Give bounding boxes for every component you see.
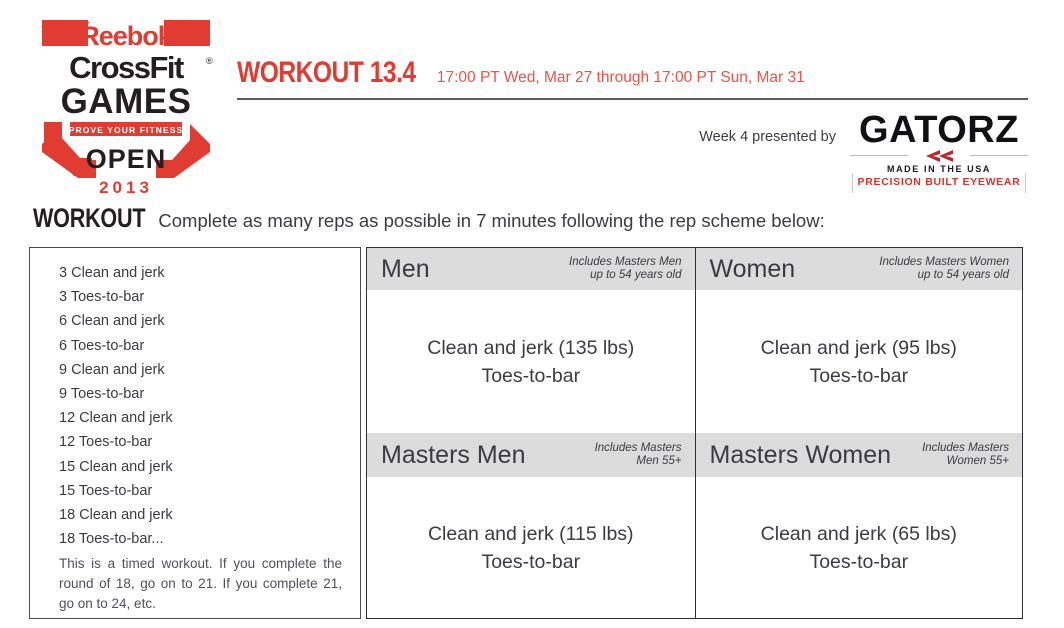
division-movement-1: Clean and jerk (115 lbs) xyxy=(427,522,634,545)
division-note-line1: Includes Masters xyxy=(922,441,1009,454)
logo-reebok-text: Reebok xyxy=(80,21,174,51)
list-item: 3 Clean and jerk xyxy=(59,265,165,281)
division-title: Men xyxy=(381,254,430,283)
division-movement-2: Toes-to-bar xyxy=(809,550,909,573)
division-note-line1: Includes Masters Men xyxy=(569,255,682,268)
workout-date-range: 17:00 PT Wed, Mar 27 through 17:00 PT Su… xyxy=(436,69,805,86)
division-body-men: Clean and jerk (135 lbs) Toes-to-bar xyxy=(367,290,695,433)
list-item: 9 Clean and jerk xyxy=(59,361,165,378)
division-movement-2: Toes-to-bar xyxy=(809,364,909,387)
header-divider xyxy=(237,98,1028,100)
logo-tagline-text: PROVE YOUR FITNESS xyxy=(69,125,184,135)
division-movement-2: Toes-to-bar xyxy=(481,550,581,573)
division-movement-1: Clean and jerk (95 lbs) xyxy=(760,336,957,359)
logo-open-text: OPEN xyxy=(86,144,167,174)
rep-scheme-panel: 3 Clean and jerk 3 Toes-to-bar 6 Clean a… xyxy=(29,247,361,619)
division-note-line2: Men 55+ xyxy=(636,455,682,467)
list-item: 6 Toes-to-bar xyxy=(59,337,145,354)
division-note-line1: Includes Masters xyxy=(594,441,682,454)
division-header-men: Men Includes Masters Men up to 54 years … xyxy=(367,248,695,290)
division-note-line1: Includes Masters Women xyxy=(879,255,1009,268)
logo-registered-mark: ® xyxy=(206,56,213,66)
division-header-women: Women Includes Masters Women up to 54 ye… xyxy=(694,248,1022,290)
rep-scheme-note: This is a timed workout. If you complete… xyxy=(59,556,342,611)
list-item: 6 Clean and jerk xyxy=(59,313,165,330)
division-movement-1: Clean and jerk (65 lbs) xyxy=(760,522,957,545)
list-item: 18 Toes-to-bar... xyxy=(59,531,164,548)
workout-description: Complete as many reps as possible in 7 m… xyxy=(158,210,825,231)
gatorz-wordmark: GATORZ xyxy=(859,109,1019,151)
division-title: Masters Men xyxy=(381,440,526,469)
workout-title-row: WORKOUT 13.4 17:00 PT Wed, Mar 27 throug… xyxy=(237,56,837,90)
sponsor-block: Week 4 presented by GATORZ MADE IN THE U… xyxy=(699,109,1028,193)
list-item: 18 Clean and jerk xyxy=(59,507,173,524)
division-note: Includes Masters Men 55+ xyxy=(595,442,682,469)
logo-shield-icon: Reebok CrossFit ® GAMES PROVE YOUR FITNE… xyxy=(42,20,213,196)
gatorz-tagline: PRECISION BUILT EYEWEAR xyxy=(850,173,1028,193)
logo-games-text: GAMES xyxy=(61,82,192,121)
division-header-masters-women: Masters Women Includes Masters Women 55+ xyxy=(694,433,1022,477)
rep-scheme-list: 3 Clean and jerk 3 Toes-to-bar 6 Clean a… xyxy=(30,248,360,551)
division-title: Masters Women xyxy=(709,440,892,469)
presented-by-label: Week 4 presented by xyxy=(699,129,836,145)
workout-section-label: WORKOUT xyxy=(33,203,146,233)
division-note: Includes Masters Women up to 54 years ol… xyxy=(879,256,1009,283)
division-body-masters-women: Clean and jerk (65 lbs) Toes-to-bar xyxy=(694,477,1023,618)
workout-instruction-row: WORKOUT Complete as many reps as possibl… xyxy=(33,203,852,234)
division-body-women: Clean and jerk (95 lbs) Toes-to-bar xyxy=(694,290,1023,433)
division-note-line2: Women 55+ xyxy=(946,455,1009,467)
division-title: Women xyxy=(709,254,796,283)
gatorz-made-in-usa: MADE IN THE USA xyxy=(886,164,991,175)
division-body-masters-men: Clean and jerk (115 lbs) Toes-to-bar xyxy=(367,477,695,618)
crossfit-games-open-logo: Reebok CrossFit ® GAMES PROVE YOUR FITNE… xyxy=(28,6,224,196)
page-title: WORKOUT 13.4 xyxy=(237,56,416,89)
division-note-line2: up to 54 years old xyxy=(590,269,682,281)
list-item: 15 Clean and jerk xyxy=(59,458,173,475)
division-movement-1: Clean and jerk (135 lbs) xyxy=(427,336,635,359)
division-note-line2: up to 54 years old xyxy=(917,269,1009,281)
list-item: 9 Toes-to-bar xyxy=(59,386,145,403)
division-note: Includes Masters Women 55+ xyxy=(922,442,1009,469)
list-item: 12 Toes-to-bar xyxy=(59,434,153,451)
logo-year-text: 2013 xyxy=(99,178,153,196)
divisions-table: Men Includes Masters Men up to 54 years … xyxy=(366,247,1023,619)
gatorz-chevron-row xyxy=(850,149,1028,163)
list-item: 3 Toes-to-bar xyxy=(59,289,145,306)
logo-crossfit-text: CrossFit xyxy=(69,50,184,85)
division-movement-2: Toes-to-bar xyxy=(481,364,581,387)
list-item: 12 Clean and jerk xyxy=(59,410,173,427)
gatorz-logo: GATORZ MADE IN THE USA PRECISION BUILT E… xyxy=(850,109,1028,193)
division-note: Includes Masters Men up to 54 years old xyxy=(569,256,682,283)
chevron-left-icon xyxy=(926,150,953,163)
division-header-masters-men: Masters Men Includes Masters Men 55+ xyxy=(367,433,695,477)
list-item: 15 Toes-to-bar xyxy=(59,482,153,499)
